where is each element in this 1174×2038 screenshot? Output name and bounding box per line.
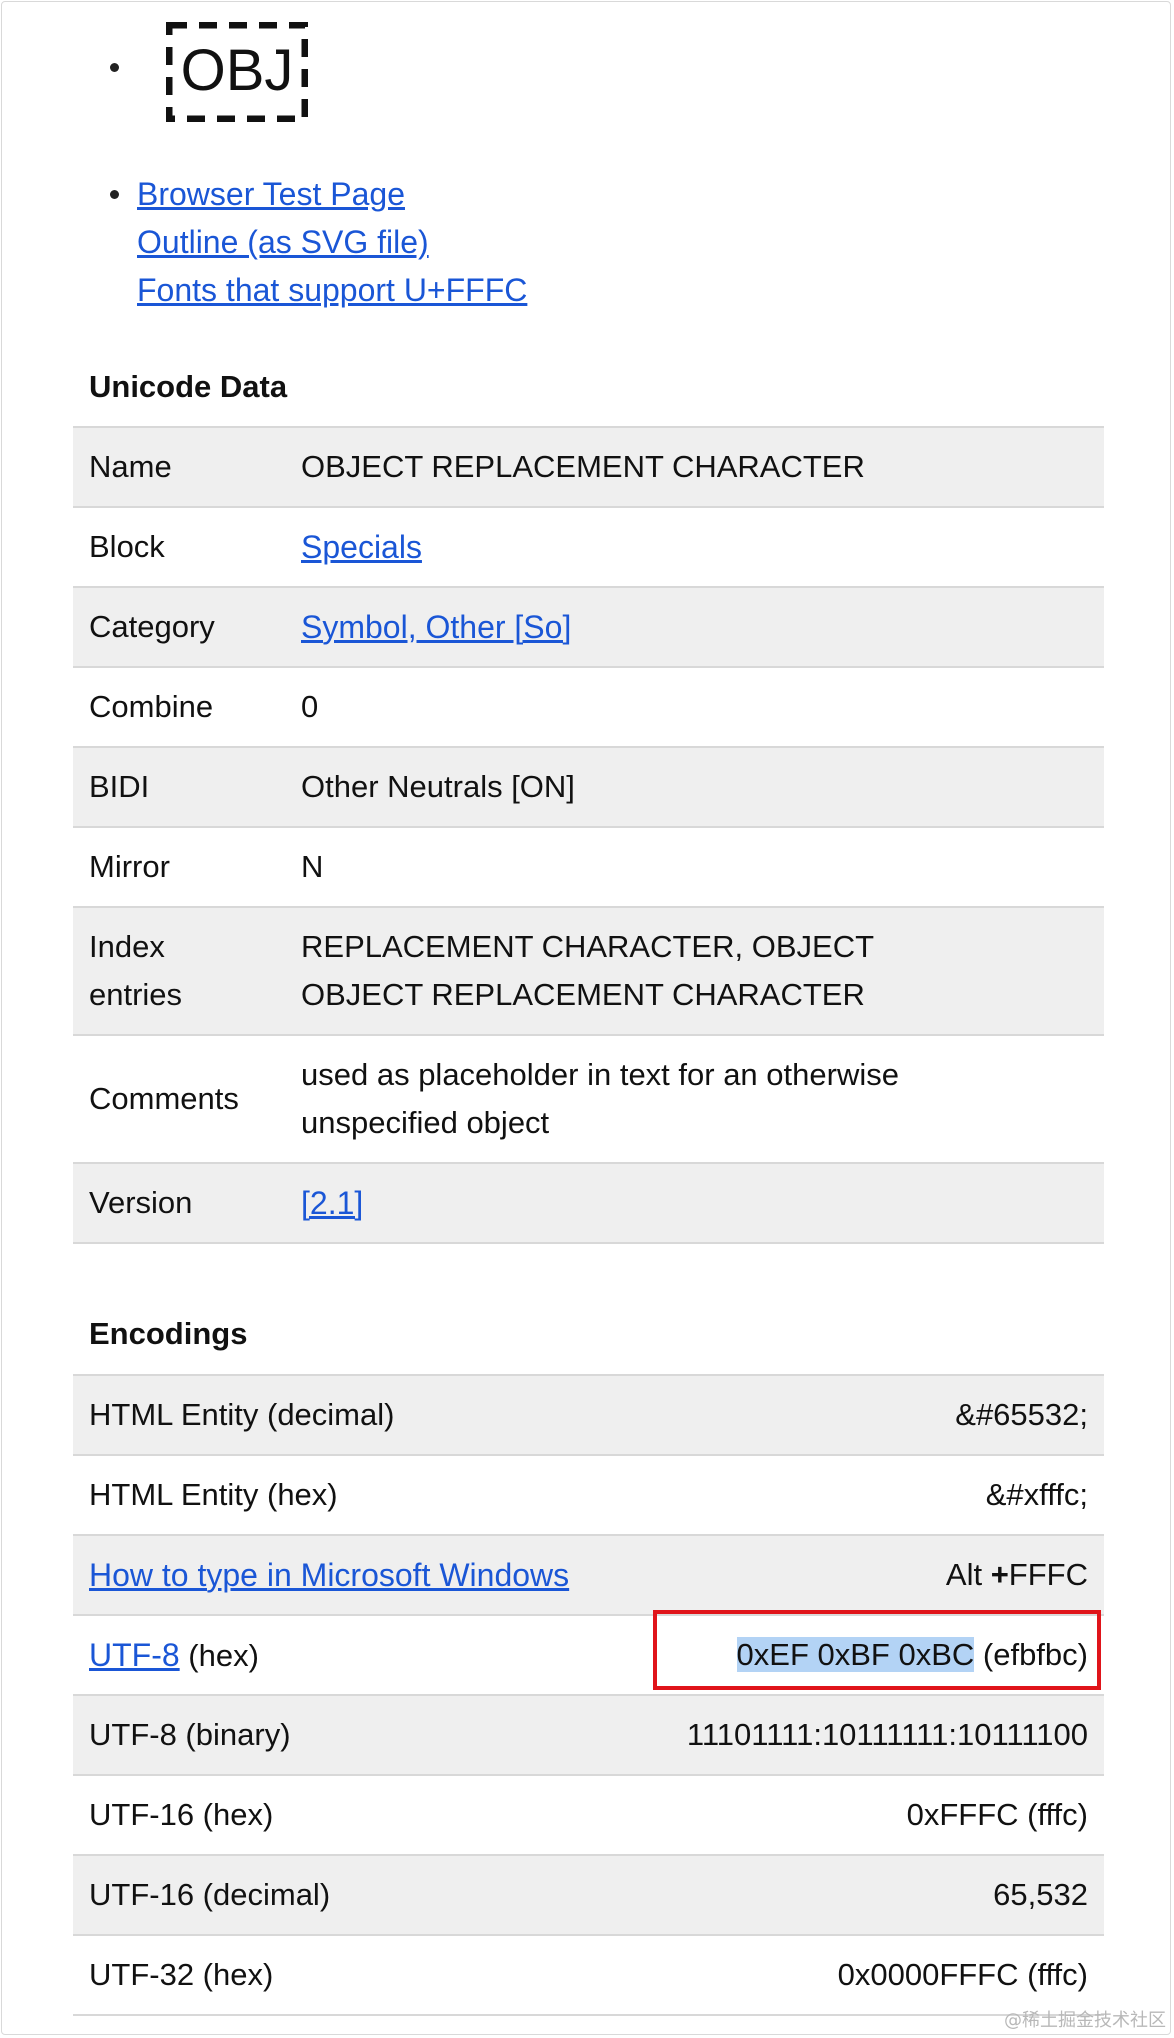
table-row: HTML Entity (hex) &#xfffc; bbox=[73, 1455, 1104, 1535]
row-key: Combine bbox=[89, 689, 214, 724]
row-key: HTML Entity (decimal) bbox=[89, 1397, 395, 1432]
row-key: How to type in Microsoft Windows bbox=[73, 1535, 632, 1615]
table-row: UTF-8 (hex) 0xEF 0xBF 0xBC (efbfbc) bbox=[73, 1615, 1104, 1695]
table-row: Combine 0 bbox=[73, 667, 1104, 747]
reference-links: Browser Test Page Outline (as SVG file) … bbox=[137, 170, 837, 314]
unicode-data-table: Name OBJECT REPLACEMENT CHARACTER Block … bbox=[73, 426, 1104, 1244]
row-value: 0x0000FFFC (fffc) bbox=[837, 1957, 1088, 1992]
row-value: REPLACEMENT CHARACTER, OBJECT OBJECT REP… bbox=[285, 907, 1104, 1035]
row-value: 11101111:10111111:10111100 bbox=[686, 1717, 1088, 1752]
utf8-hex-compact: (efbfbc) bbox=[974, 1637, 1088, 1672]
row-value: OBJECT REPLACEMENT CHARACTER bbox=[301, 449, 865, 484]
plus-sign: + bbox=[990, 1557, 1009, 1592]
row-value: 65,532 bbox=[993, 1877, 1088, 1912]
row-value: 0 bbox=[301, 689, 319, 724]
row-key: Name bbox=[89, 449, 172, 484]
row-key: UTF-16 (decimal) bbox=[89, 1877, 331, 1912]
row-value: &#65532; bbox=[955, 1397, 1088, 1432]
selected-utf8-bytes[interactable]: 0xEF 0xBF 0xBC bbox=[736, 1637, 975, 1672]
row-value: used as placeholder in text for an other… bbox=[285, 1035, 1104, 1163]
row-key: Block bbox=[89, 529, 165, 564]
encodings-table: HTML Entity (decimal) &#65532; HTML Enti… bbox=[73, 1374, 1104, 2016]
row-value: &#xfffc; bbox=[985, 1477, 1088, 1512]
table-row: UTF-16 (decimal) 65,532 bbox=[73, 1855, 1104, 1935]
table-row: How to type in Microsoft Windows Alt +FF… bbox=[73, 1535, 1104, 1615]
table-row: Name OBJECT REPLACEMENT CHARACTER bbox=[73, 427, 1104, 507]
row-key-line: entries bbox=[89, 977, 183, 1012]
alt-text: Alt bbox=[945, 1557, 991, 1592]
row-value: Alt +FFFC bbox=[632, 1535, 1104, 1615]
utf8-link[interactable]: UTF-8 bbox=[89, 1637, 180, 1673]
table-row: Category Symbol, Other [So] bbox=[73, 587, 1104, 667]
table-row: Block Specials bbox=[73, 507, 1104, 587]
table-row: Mirror N bbox=[73, 827, 1104, 907]
table-row: BIDI Other Neutrals [ON] bbox=[73, 747, 1104, 827]
browser-test-page-link[interactable]: Browser Test Page bbox=[137, 170, 837, 218]
table-row: Comments used as placeholder in text for… bbox=[73, 1035, 1104, 1163]
fonts-support-link[interactable]: Fonts that support U+FFFC bbox=[137, 266, 837, 314]
row-key: Category bbox=[89, 609, 215, 644]
row-value: Specials bbox=[285, 507, 1104, 587]
row-key: UTF-8 (binary) bbox=[89, 1717, 291, 1752]
row-value-line: REPLACEMENT CHARACTER, OBJECT bbox=[301, 929, 875, 964]
list-bullet bbox=[110, 190, 119, 199]
object-replacement-glyph: OBJ bbox=[166, 22, 308, 122]
row-value: 0xEF 0xBF 0xBC (efbfbc) bbox=[632, 1615, 1104, 1695]
row-key: HTML Entity (hex) bbox=[89, 1477, 338, 1512]
row-key: UTF-16 (hex) bbox=[89, 1797, 274, 1832]
unicode-data-title: Unicode Data bbox=[89, 369, 288, 404]
watermark: @稀土掘金技术社区 bbox=[1004, 2010, 1166, 2031]
row-key: UTF-32 (hex) bbox=[89, 1957, 274, 1992]
row-value-line: used as placeholder in text for an other… bbox=[301, 1057, 899, 1092]
row-key-suffix: (hex) bbox=[179, 1637, 259, 1673]
table-row: Version [2.1] bbox=[73, 1163, 1104, 1243]
table-row: Index entries REPLACEMENT CHARACTER, OBJ… bbox=[73, 907, 1104, 1035]
version-link[interactable]: [2.1] bbox=[301, 1185, 363, 1221]
row-value: Other Neutrals [ON] bbox=[301, 769, 575, 804]
row-value: N bbox=[301, 849, 324, 884]
outline-svg-link[interactable]: Outline (as SVG file) bbox=[137, 218, 837, 266]
table-row: UTF-32 (hex) 0x0000FFFC (fffc) bbox=[73, 1935, 1104, 2015]
windows-typing-link[interactable]: How to type in Microsoft Windows bbox=[89, 1557, 569, 1593]
table-row: UTF-16 (hex) 0xFFFC (fffc) bbox=[73, 1775, 1104, 1855]
glyph-label: OBJ bbox=[181, 38, 294, 103]
table-row: HTML Entity (decimal) &#65532; bbox=[73, 1375, 1104, 1455]
row-value: Symbol, Other [So] bbox=[285, 587, 1104, 667]
code-text: FFFC bbox=[1008, 1557, 1088, 1592]
row-key-line: Index bbox=[89, 929, 165, 964]
row-key: Index entries bbox=[73, 907, 285, 1035]
table-row: UTF-8 (binary) 11101111:10111111:1011110… bbox=[73, 1695, 1104, 1775]
row-value-line: unspecified object bbox=[301, 1105, 550, 1140]
row-key: UTF-8 (hex) bbox=[73, 1615, 632, 1695]
encodings-title: Encodings bbox=[89, 1316, 248, 1351]
row-key: Version bbox=[89, 1185, 193, 1220]
category-link[interactable]: Symbol, Other [So] bbox=[301, 609, 571, 645]
row-value: [2.1] bbox=[285, 1163, 1104, 1243]
row-key: Mirror bbox=[89, 849, 170, 884]
row-value: 0xFFFC (fffc) bbox=[906, 1797, 1088, 1832]
block-specials-link[interactable]: Specials bbox=[301, 529, 422, 565]
list-bullet bbox=[110, 63, 119, 72]
row-value-line: OBJECT REPLACEMENT CHARACTER bbox=[301, 977, 865, 1012]
row-key: Comments bbox=[89, 1081, 239, 1116]
row-key: BIDI bbox=[89, 769, 150, 804]
